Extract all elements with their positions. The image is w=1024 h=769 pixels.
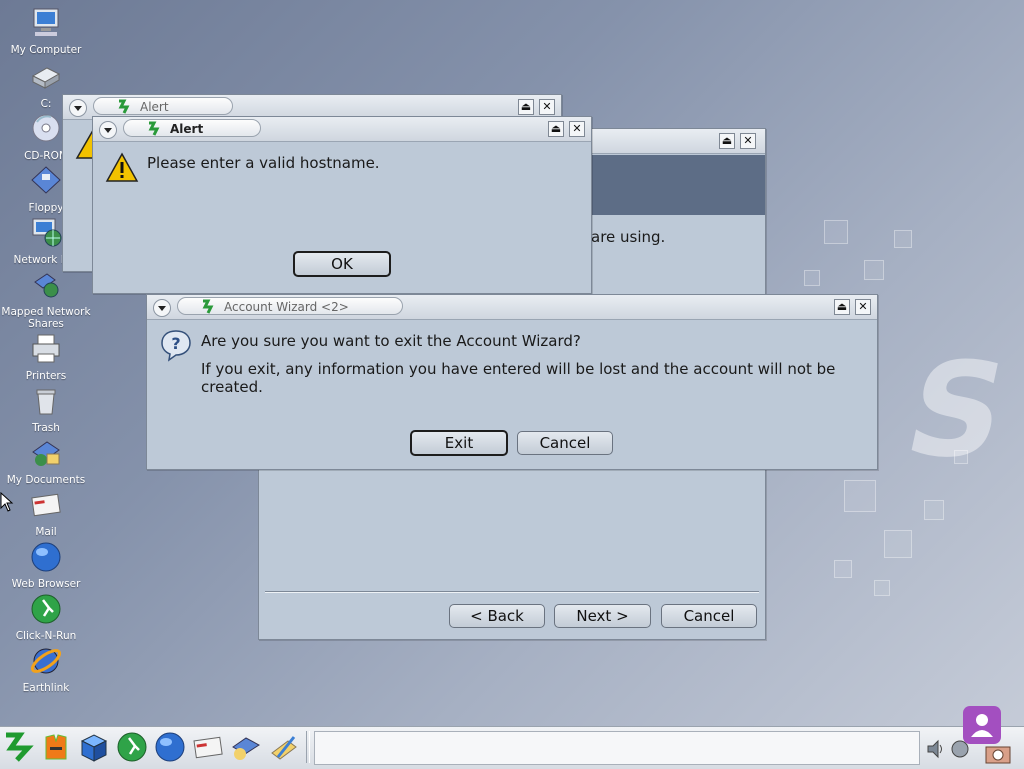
alert-message: Please enter a valid hostname.: [147, 154, 380, 172]
close-button[interactable]: ✕: [740, 133, 756, 149]
maximize-button[interactable]: ⏏: [518, 99, 534, 115]
start-menu-icon[interactable]: [2, 731, 34, 763]
desktop-icon-earthlink[interactable]: Earthlink: [0, 642, 92, 694]
taskbar-separator: [306, 731, 310, 763]
close-button[interactable]: ✕: [569, 121, 585, 137]
desktop-icon-label: Trash: [32, 422, 60, 434]
next-button[interactable]: Next >: [554, 604, 651, 628]
window-menu-button[interactable]: [99, 121, 117, 139]
confirm-title-text: Account Wizard <2>: [224, 300, 349, 314]
floppy-icon: [31, 166, 61, 194]
alert-back-title: Alert: [93, 97, 233, 115]
mail-icon[interactable]: [192, 731, 224, 763]
life-jacket-icon[interactable]: [40, 731, 72, 763]
my-documents-icon[interactable]: [230, 731, 262, 763]
desktop-logo-letter: S: [893, 334, 1020, 486]
earthlink-icon: [30, 648, 62, 674]
alert-titlebar: Alert ⏏ ✕: [93, 117, 591, 142]
desktop-icon-click-n-run[interactable]: Click-N-Run: [0, 590, 92, 642]
drive-c-icon: [31, 67, 61, 89]
confirm-titlebar: Account Wizard <2> ⏏ ✕: [147, 295, 877, 320]
confirm-detail: If you exit, any information you have en…: [201, 360, 836, 396]
web-browser-icon: [31, 542, 61, 572]
alert-body: Please enter a valid hostname. OK: [93, 142, 591, 293]
maximize-button[interactable]: ⏏: [548, 121, 564, 137]
desktop-icon-label: Mail: [35, 526, 57, 538]
wizard-cancel-button[interactable]: Cancel: [661, 604, 757, 628]
desktop-icon-label: My Computer: [10, 44, 82, 56]
desktop-icon-my-documents[interactable]: My Documents: [0, 434, 92, 486]
web-browser-icon[interactable]: [154, 731, 186, 763]
close-button[interactable]: ✕: [539, 99, 555, 115]
alert-window: Alert ⏏ ✕ Please enter a valid hostname.…: [92, 116, 592, 294]
system-tray: [922, 706, 1022, 767]
printers-icon: [32, 334, 60, 363]
desktop-icon-label: Earthlink: [22, 682, 70, 694]
wizard-divider: [265, 591, 759, 593]
confirm-title: Account Wizard <2>: [177, 297, 403, 315]
question-icon: ?: [161, 330, 191, 362]
desktop-icon-my-computer[interactable]: My Computer: [0, 4, 92, 56]
confirm-cancel-button[interactable]: Cancel: [517, 431, 613, 455]
ok-button[interactable]: OK: [293, 251, 391, 277]
wizard-text: are using.: [591, 228, 666, 246]
app-logo-icon: [202, 299, 214, 314]
desktop-icon-label: Mapped Network Shares: [1, 306, 91, 330]
app-logo-icon: [118, 99, 130, 114]
mail-icon: [31, 493, 61, 517]
network-browser-icon: [32, 218, 62, 247]
maximize-button[interactable]: ⏏: [834, 299, 850, 315]
exit-button[interactable]: Exit: [410, 430, 508, 456]
user-account-icon[interactable]: [962, 705, 1002, 745]
maximize-button[interactable]: ⏏: [719, 133, 735, 149]
cd-rom-icon: [32, 114, 60, 142]
alert-title-text: Alert: [170, 122, 204, 136]
click-n-run-icon[interactable]: [116, 731, 148, 763]
desktop-icon-label: Click-N-Run: [15, 630, 77, 642]
volume-icon[interactable]: [926, 739, 946, 759]
desktop-icon-printers[interactable]: Printers: [0, 330, 92, 382]
write-icon[interactable]: [268, 731, 300, 763]
task-list[interactable]: [314, 731, 920, 765]
window-menu-button[interactable]: [153, 299, 171, 317]
alert-title: Alert: [123, 119, 261, 137]
desktop-icon-label: My Documents: [6, 474, 86, 486]
desktop-icon-trash[interactable]: Trash: [0, 382, 92, 434]
mouse-pointer-icon: [0, 492, 14, 512]
close-button[interactable]: ✕: [855, 299, 871, 315]
trash-icon: [36, 389, 56, 415]
desktop-icon-label: Printers: [25, 370, 67, 382]
confirm-body: ? Are you sure you want to exit the Acco…: [147, 320, 877, 469]
box-icon[interactable]: [78, 731, 110, 763]
app-logo-icon: [148, 121, 160, 136]
svg-text:?: ?: [171, 334, 180, 353]
alert-back-title-text: Alert: [140, 100, 169, 114]
click-n-run-icon: [31, 594, 61, 624]
desktop-icon-label: Web Browser: [11, 578, 81, 590]
confirm-question: Are you sure you want to exit the Accoun…: [201, 332, 581, 350]
desktop-icon-mapped-network-shares[interactable]: Mapped Network Shares: [0, 266, 92, 330]
taskbar: [0, 706, 1024, 769]
desktop-icon-web-browser[interactable]: Web Browser: [0, 538, 92, 590]
exit-confirm-dialog: Account Wizard <2> ⏏ ✕ ? Are you sure yo…: [146, 294, 878, 470]
camera-icon[interactable]: [984, 743, 1012, 765]
warning-icon: [105, 152, 139, 182]
my-computer-icon: [33, 8, 59, 36]
back-button[interactable]: < Back: [449, 604, 545, 628]
my-documents-icon: [32, 441, 60, 466]
window-menu-button[interactable]: [69, 99, 87, 117]
mapped-network-shares-icon: [34, 273, 59, 298]
